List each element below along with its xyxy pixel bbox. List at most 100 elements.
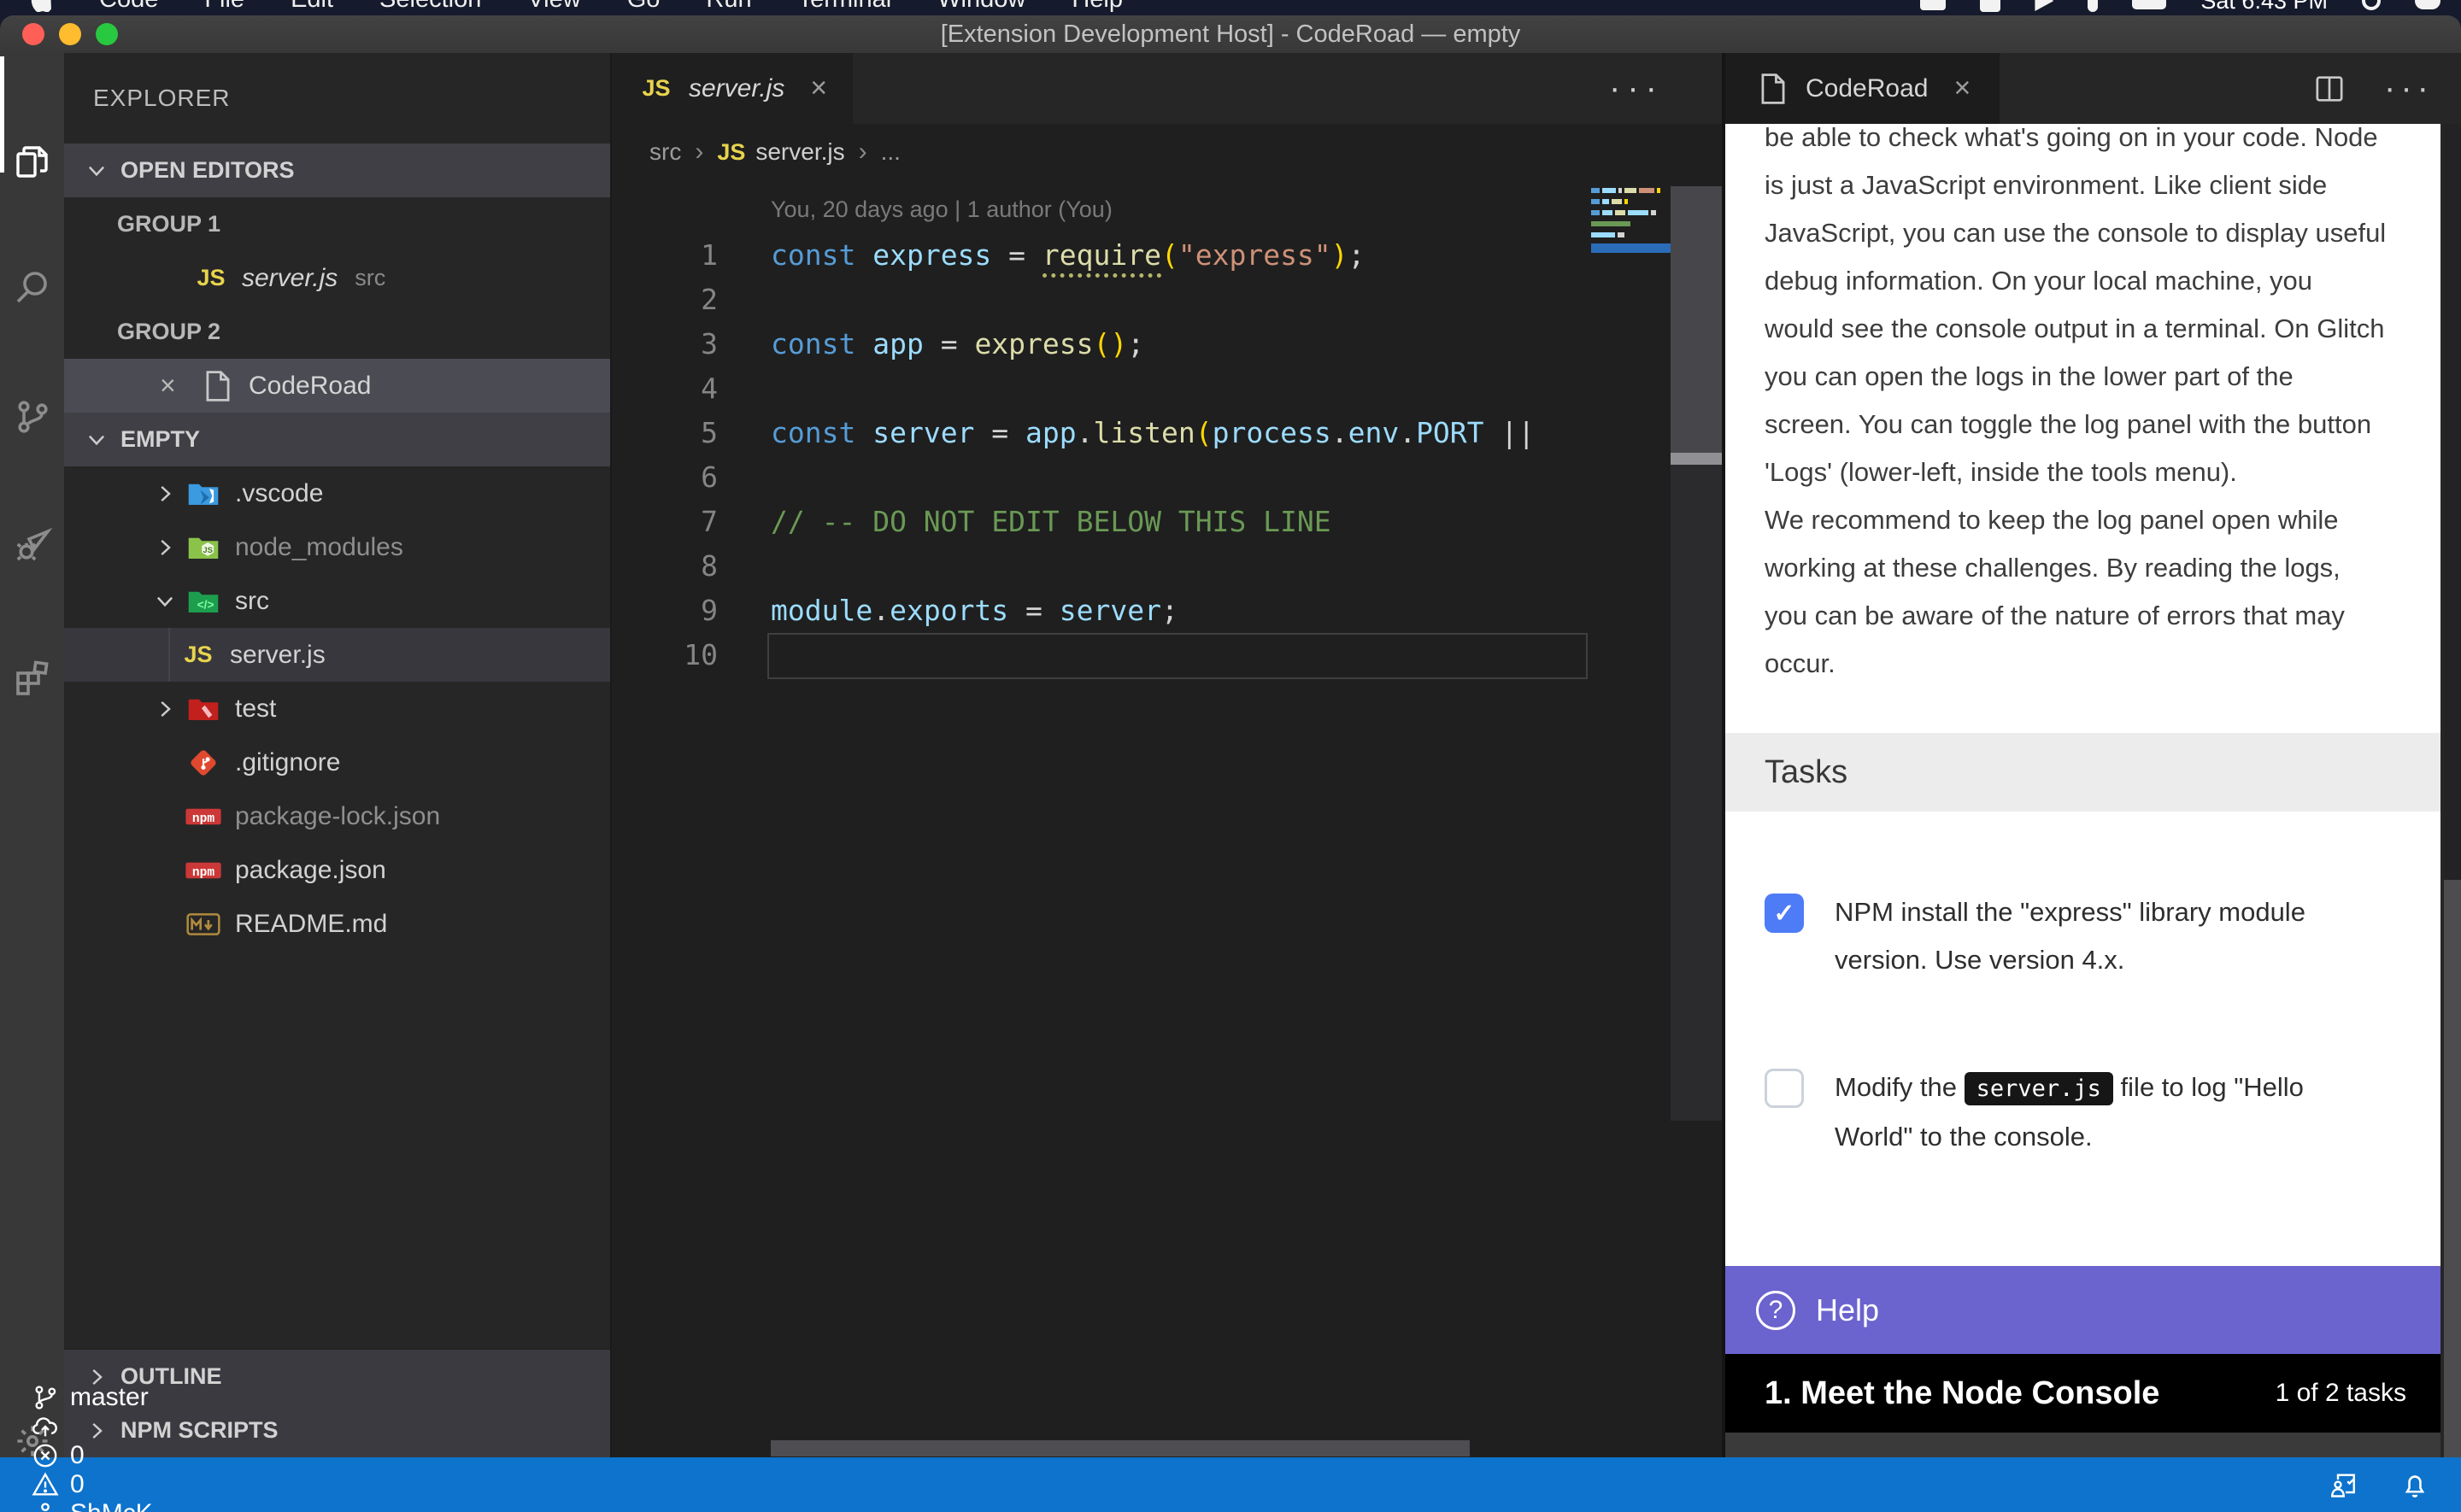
folder-section-header[interactable]: EMPTY <box>64 413 610 466</box>
breadcrumb[interactable]: src›JSserver.js›... <box>649 124 901 180</box>
close-tab-icon[interactable]: × <box>810 72 827 105</box>
folder-src-icon: </> <box>184 587 223 616</box>
tab-server-js[interactable]: JS server.js × <box>612 53 853 124</box>
file-icon <box>199 370 237 402</box>
menu-bar-status-icons[interactable]: Sat 6:43 PM <box>1920 0 2440 14</box>
breadcrumb-label: src <box>649 138 681 166</box>
code-line-9[interactable]: 9module.exports = server; <box>612 589 1586 633</box>
traffic-lights[interactable] <box>22 15 118 53</box>
code-line-1[interactable]: 1const express = require("express"); <box>612 233 1586 278</box>
status-item-cloud-upload[interactable] <box>31 1412 192 1441</box>
open-editor-item-coderoad[interactable]: ×CodeRoad <box>64 359 610 413</box>
code-line-6[interactable]: 6 <box>612 455 1586 500</box>
folder-node-icon: JS <box>184 533 223 562</box>
status-item-0[interactable]: 0 <box>31 1441 192 1470</box>
breadcrumb-item[interactable]: src <box>649 138 681 166</box>
tree-item-package-json[interactable]: npmpackage.json <box>64 843 610 897</box>
menu-items[interactable]: Code File Edit Selection View Go Run Terminal Wi… <box>31 0 1123 14</box>
minimap[interactable] <box>1591 188 1671 253</box>
zoom-window-button[interactable] <box>96 23 118 45</box>
tree-item-readme-md[interactable]: README.md <box>64 897 610 951</box>
code-text: // -- DO NOT EDIT BELOW THIS LINE <box>771 500 1331 544</box>
workbench: EXPLORER OPEN EDITORS GROUP 1JSserver.js… <box>0 53 2461 1457</box>
editor-more-actions-icon[interactable]: ··· <box>1609 53 1664 124</box>
tree-item-src[interactable]: </>src <box>64 574 610 628</box>
tree-item-node-modules[interactable]: JSnode_modules <box>64 520 610 574</box>
code-text: const express = require("express"); <box>771 233 1365 278</box>
breadcrumb-label: ... <box>881 138 901 166</box>
chevron-right-icon[interactable] <box>146 481 184 507</box>
close-tab-icon[interactable]: × <box>1953 72 1971 105</box>
close-editor-icon[interactable]: × <box>160 370 192 401</box>
menu-item-view[interactable]: View <box>527 0 580 14</box>
explorer-icon[interactable] <box>0 121 64 203</box>
menu-item-window[interactable]: Window <box>937 0 1025 14</box>
status-item-shmck[interactable]: ShMcK <box>31 1499 192 1512</box>
window-title-bar[interactable]: [Extension Development Host] - CodeRoad … <box>0 15 2461 53</box>
editor-horizontal-scrollbar[interactable] <box>771 1440 1470 1456</box>
code-line-3[interactable]: 3const app = express(); <box>612 322 1586 366</box>
chevron-down-icon[interactable] <box>146 589 184 614</box>
close-window-button[interactable] <box>22 23 44 45</box>
coderoad-panel: CodeRoad × ··· be able to check what's g… <box>1722 53 2461 1457</box>
run-debug-icon[interactable] <box>0 503 64 585</box>
status-item-screen-person[interactable] <box>2328 1469 2358 1500</box>
menu-item-code[interactable]: Code <box>99 0 158 14</box>
breadcrumb-item[interactable]: JSserver.js <box>717 138 844 166</box>
status-item-master[interactable]: master <box>31 1383 192 1412</box>
menu-item-terminal[interactable]: Terminal <box>798 0 892 14</box>
status-item-bell[interactable] <box>2399 1469 2430 1500</box>
tree-item-package-lock-json[interactable]: npmpackage-lock.json <box>64 789 610 843</box>
split-editor-icon[interactable] <box>2312 72 2346 106</box>
tree-item-label: server.js <box>230 641 326 670</box>
line-number: 8 <box>646 544 718 589</box>
paragraph-line: working at these challenges. By reading … <box>1765 544 2423 592</box>
editor-group: JS server.js × ··· src›JSserver.js›... Y… <box>610 53 1722 1457</box>
overview-ruler-cursor-mark <box>1671 453 1724 465</box>
tab-coderoad[interactable]: CodeRoad × <box>1725 53 2000 124</box>
code-line-4[interactable]: 4 <box>612 366 1586 411</box>
code-line-10[interactable]: 10 <box>612 633 1586 677</box>
help-bar[interactable]: ? Help <box>1725 1266 2440 1354</box>
task-item-1: ✓NPM install the "express" library modul… <box>1765 888 2399 984</box>
open-editor-item-server-js[interactable]: JSserver.jssrc <box>64 251 610 305</box>
breadcrumb-item[interactable]: ... <box>881 138 901 166</box>
task-checkbox-unchecked[interactable] <box>1765 1069 1804 1108</box>
level-bar[interactable]: 1. Meet the Node Console 1 of 2 tasks <box>1725 1354 2440 1433</box>
activity-bar <box>0 53 64 1457</box>
menu-item-help[interactable]: Help <box>1072 0 1123 14</box>
shield-icon <box>1980 0 2000 12</box>
tree-item-test[interactable]: test <box>64 682 610 735</box>
task-checkbox-checked[interactable]: ✓ <box>1765 894 1804 933</box>
code-line-5[interactable]: 5const server = app.listen(process.env.P… <box>612 411 1586 455</box>
tree-item-server-js[interactable]: JSserver.js <box>64 628 610 682</box>
menu-item-edit[interactable]: Edit <box>291 0 333 14</box>
chevron-right-icon[interactable] <box>146 696 184 722</box>
open-editors-header[interactable]: OPEN EDITORS <box>64 144 610 197</box>
more-actions-icon[interactable]: ··· <box>2384 69 2434 108</box>
folder-vscode-icon <box>184 479 223 508</box>
extensions-icon[interactable] <box>0 635 64 717</box>
code-text: const app = express(); <box>771 322 1144 366</box>
code-line-2[interactable]: 2 <box>612 278 1586 322</box>
minimize-window-button[interactable] <box>59 23 81 45</box>
menu-item-go[interactable]: Go <box>627 0 661 14</box>
menu-item-file[interactable]: File <box>204 0 244 14</box>
paragraph-line: occur. <box>1765 640 2423 688</box>
cloud-upload-icon <box>31 1412 60 1441</box>
status-item-0[interactable]: 0 <box>31 1470 192 1499</box>
menu-item-run[interactable]: Run <box>706 0 751 14</box>
tree-item--gitignore[interactable]: .gitignore <box>64 735 610 789</box>
editor-scrollbar-slider[interactable] <box>1671 186 1724 458</box>
tree-item--vscode[interactable]: .vscode <box>64 466 610 520</box>
code-line-8[interactable]: 8 <box>612 544 1586 589</box>
file-icon <box>1754 73 1792 105</box>
code-line-7[interactable]: 7// -- DO NOT EDIT BELOW THIS LINE <box>612 500 1586 544</box>
chevron-right-icon[interactable] <box>146 535 184 560</box>
menu-item-selection[interactable]: Selection <box>379 0 481 14</box>
svg-text:npm: npm <box>192 812 214 826</box>
source-control-icon[interactable] <box>0 376 64 458</box>
webview-scrollbar-slider[interactable] <box>2444 880 2461 1457</box>
search-icon[interactable] <box>0 247 64 329</box>
file-tree: .vscodeJSnode_modules</>srcJSserver.jste… <box>64 466 610 951</box>
